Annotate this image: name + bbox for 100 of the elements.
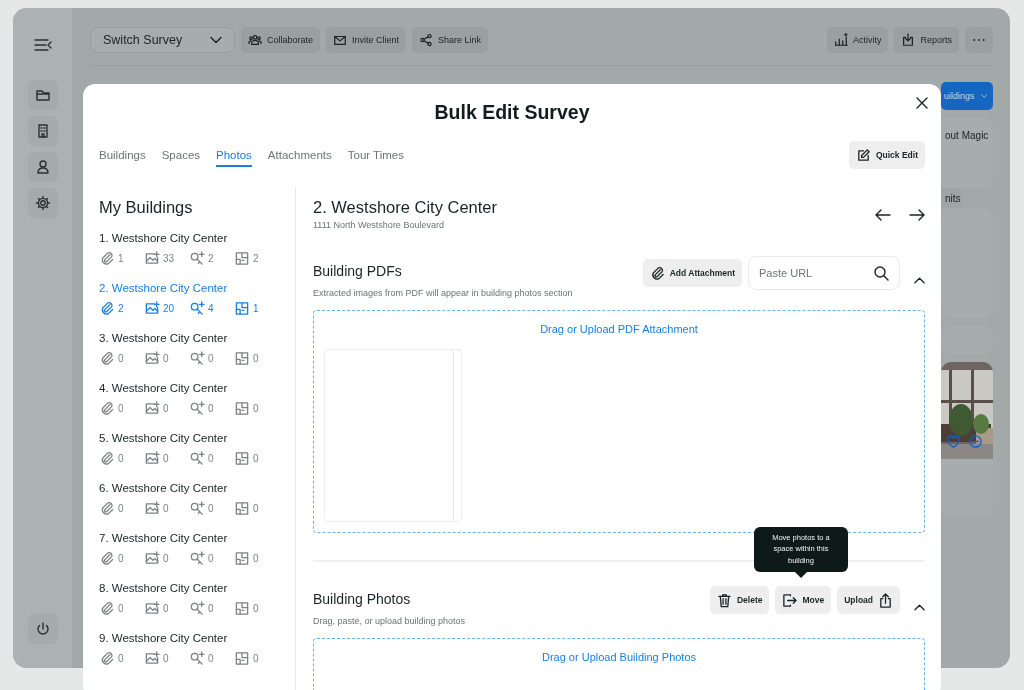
- download-icon: [901, 33, 916, 47]
- photo-icon: [144, 401, 160, 416]
- tab[interactable]: Photos: [216, 143, 252, 168]
- floor-plan-icon: [234, 251, 250, 266]
- building-item[interactable]: 6. Westshore City Center: [99, 480, 228, 496]
- count-label: 0: [208, 403, 214, 414]
- toolbar-button[interactable]: Delete: [709, 586, 770, 614]
- search-icon: [873, 265, 889, 281]
- dropzone[interactable]: Drag or Upload PDF Attachment: [313, 310, 925, 533]
- count-label: 0: [253, 453, 259, 464]
- dropzone-label: Drag or Upload PDF Attachment: [539, 323, 699, 335]
- attachment-icon: [99, 551, 115, 566]
- photo-icon: [144, 651, 160, 666]
- building-title: 2. Westshore City Center: [313, 198, 497, 217]
- section-heading: Building PDFs: [313, 263, 403, 279]
- trash-icon: [716, 592, 732, 608]
- building-address: 1111 North Westshore Boulevard: [313, 220, 445, 230]
- paperclip-icon: [649, 265, 665, 281]
- floor-plan-icon: [234, 551, 250, 566]
- toolbar-button[interactable]: Upload: [837, 586, 900, 614]
- building-item[interactable]: 1. Westshore City Center: [99, 230, 228, 246]
- photo-icon: [144, 251, 160, 266]
- survey-select[interactable]: Switch Survey: [90, 27, 235, 53]
- count-label: 0: [163, 503, 169, 514]
- count-label: 0: [118, 553, 124, 564]
- chevron-icon: [210, 36, 222, 44]
- upload-icon: [878, 592, 893, 608]
- photo-icon: [144, 451, 160, 466]
- count-label: 2: [253, 253, 259, 264]
- dropzone[interactable]: Drag or Upload Building Photos: [313, 638, 925, 690]
- count-label: 0: [253, 503, 259, 514]
- building-item[interactable]: 2. Westshore City Center: [99, 280, 228, 296]
- previous-icon[interactable]: [875, 209, 891, 221]
- toolbar-button[interactable]: Share Link: [412, 27, 489, 53]
- count-label: 0: [118, 453, 124, 464]
- count-label: 0: [163, 353, 169, 364]
- count-label: 0: [118, 353, 124, 364]
- building-item[interactable]: 4. Westshore City Center: [99, 380, 228, 396]
- chevron-icon: [980, 92, 987, 100]
- close-button[interactable]: [915, 96, 929, 110]
- floor-plan-icon: [234, 301, 250, 316]
- count-label: 0: [163, 453, 169, 464]
- tab[interactable]: Spaces: [161, 143, 201, 168]
- toolbar-button[interactable]: Activity: [826, 27, 889, 53]
- more-button[interactable]: ⋯: [965, 27, 993, 53]
- floor-plan-icon: [234, 401, 250, 416]
- toolbar-button[interactable]: Reports: [894, 27, 959, 53]
- floor-plan-icon: [234, 501, 250, 516]
- toolbar-button[interactable]: Move: [775, 586, 832, 614]
- count-label: 0: [253, 603, 259, 614]
- attachment-icon: [99, 451, 115, 466]
- move-icon: [782, 592, 798, 608]
- quick-edit-button[interactable]: Quick Edit: [848, 141, 925, 170]
- background-card: [941, 326, 993, 354]
- count-label: 0: [253, 403, 259, 414]
- url-field[interactable]: Paste URL: [748, 256, 900, 290]
- comment-icon: [968, 434, 983, 449]
- attachment-icon: [99, 501, 115, 516]
- collapse-icon[interactable]: [914, 603, 925, 611]
- collapse-icon[interactable]: [914, 276, 925, 284]
- count-label: 20: [163, 303, 175, 314]
- share-icon: [419, 33, 434, 47]
- count-label: 0: [208, 353, 214, 364]
- building-item[interactable]: 5. Westshore City Center: [99, 430, 228, 446]
- folder-button[interactable]: [27, 80, 58, 110]
- attachment-icon: [99, 351, 115, 366]
- dropzone-label: Drag or Upload Building Photos: [540, 651, 698, 663]
- next-icon[interactable]: [909, 209, 925, 221]
- toolbar-button[interactable]: Invite Client: [326, 27, 407, 53]
- buildings-button[interactable]: uildings: [941, 82, 993, 110]
- count-label: 1: [118, 253, 124, 264]
- tooltip-arrow: [794, 572, 807, 578]
- settings-button[interactable]: [27, 188, 58, 218]
- count-label: 0: [163, 653, 169, 664]
- building-item[interactable]: 3. Westshore City Center: [99, 330, 228, 346]
- envelope-icon: [333, 33, 348, 47]
- building-item[interactable]: 7. Westshore City Center: [99, 530, 228, 546]
- power-button[interactable]: [27, 614, 58, 644]
- tab[interactable]: Tour Times: [347, 143, 404, 168]
- count-label: 0: [208, 603, 214, 614]
- attachment-icon: [99, 651, 115, 666]
- card-text: out Magic: [945, 130, 989, 143]
- person-button[interactable]: [27, 152, 58, 182]
- pdf-thumbnail[interactable]: [324, 349, 462, 522]
- building-item[interactable]: 9. Westshore City Center: [99, 630, 228, 646]
- count-label: 1: [253, 303, 259, 314]
- count-label: 0: [163, 403, 169, 414]
- count-label: 33: [163, 253, 175, 264]
- tab[interactable]: Attachments: [267, 143, 332, 168]
- count-label: 2: [118, 303, 124, 314]
- building-button[interactable]: [27, 116, 58, 146]
- building-item[interactable]: 8. Westshore City Center: [99, 580, 228, 596]
- attachment-icon: [99, 301, 115, 316]
- card-row: nits: [941, 188, 961, 208]
- count-label: 0: [163, 553, 169, 564]
- people-icon: [248, 33, 262, 47]
- menu-icon[interactable]: [33, 38, 52, 52]
- tab[interactable]: Buildings: [99, 143, 146, 168]
- add-attachment-button[interactable]: Add Attachment: [642, 259, 742, 287]
- toolbar-button[interactable]: Collaborate: [241, 27, 321, 53]
